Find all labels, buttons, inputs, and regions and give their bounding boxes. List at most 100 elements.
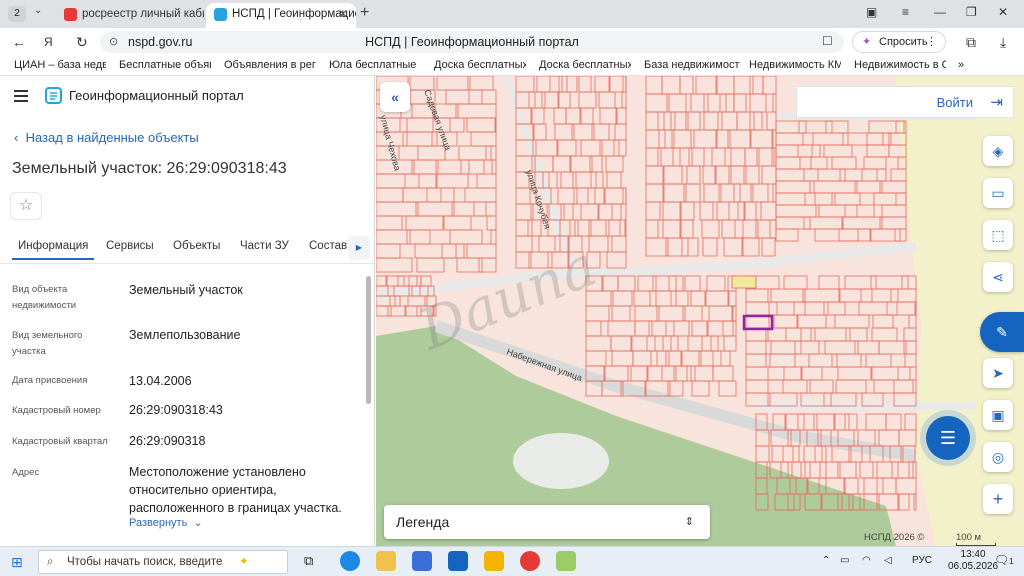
bookmark-item[interactable]: Недвижимость КМВ [749, 59, 841, 71]
nspd-favicon-icon [214, 8, 227, 21]
restore-icon[interactable]: ❐ [966, 5, 977, 19]
profile-icon[interactable]: ▣ [866, 5, 877, 19]
tab-objects[interactable]: Объекты [173, 240, 220, 252]
bookmark-icon[interactable]: ☐ [822, 34, 833, 48]
tray-up-chevron-icon[interactable]: ⌃ [822, 555, 830, 566]
portal-logo-icon [45, 87, 62, 104]
close-window-icon[interactable]: ✕ [998, 5, 1008, 19]
address-bar[interactable]: ⊙ nspd.gov.ru НСПД | Геоинформационный п… [100, 31, 844, 53]
share-icon[interactable]: ⋖ [983, 262, 1013, 292]
paint-icon[interactable] [556, 551, 576, 571]
field-label: Дата присвоения [12, 375, 88, 386]
search-placeholder: Чтобы начать поиск, введите [67, 556, 223, 568]
clock-date: 06.05.2026 [948, 561, 999, 572]
login-button[interactable]: Войти ⇥ [796, 86, 1014, 118]
chevron-down-icon: ⌄ [193, 517, 203, 529]
browser-tab-nspd[interactable]: НСПД | Геоинформацио ✕ [206, 3, 356, 28]
close-tab-icon[interactable]: ✕ [338, 3, 348, 25]
field-value: Земельный участок [129, 283, 243, 297]
chevron-left-icon: ‹ [14, 130, 19, 145]
bookmark-item[interactable]: База недвижимости [644, 59, 740, 71]
yandex-logo-icon[interactable]: Я [44, 35, 53, 49]
download-icon[interactable]: ⤓ [1000, 34, 1006, 51]
hamburger-menu-icon[interactable] [14, 90, 28, 105]
task-view-icon[interactable]: ⧉ [304, 553, 313, 569]
language-indicator[interactable]: РУС [912, 555, 932, 566]
expand-label: Развернуть [129, 517, 188, 529]
tab-composition[interactable]: Состав [309, 240, 347, 252]
favorite-star-icon[interactable]: ☆ [10, 192, 42, 220]
bookmarks-overflow-icon[interactable]: » [958, 59, 964, 71]
taskbar-search-box[interactable]: ⌕ Чтобы начать поиск, введите ✦ [38, 550, 288, 574]
more-icon[interactable]: ⋮ [926, 32, 937, 52]
tab-count-badge[interactable]: 2 [8, 6, 26, 22]
address-bar-row: ← Я ↻ ⊙ nspd.gov.ru НСПД | Геоинформацио… [0, 28, 1024, 56]
yandex-browser-icon[interactable] [484, 551, 504, 571]
updown-chevron-icon: ⇕ [684, 516, 694, 528]
scale-label: 100 м [956, 532, 982, 543]
yandex-icon[interactable] [520, 551, 540, 571]
minimize-icon[interactable]: — [934, 5, 946, 19]
browser-tab-rosreestr[interactable]: росреестр личный кабин [56, 3, 204, 28]
collections-icon[interactable]: ⧉ [966, 34, 976, 51]
legend-label: Легенда [396, 514, 450, 530]
back-to-results-link[interactable]: ‹ Назад в найденные объекты [14, 130, 199, 145]
select-area-icon[interactable]: ⬚ [983, 220, 1013, 250]
bookmark-item[interactable]: Объявления в регис [224, 59, 316, 71]
bookmark-item[interactable]: ЦИАН – база недви [14, 59, 106, 71]
field-label: Вид объекта недвижимости [12, 284, 77, 311]
field-label: Адрес [12, 467, 40, 478]
tab-information[interactable]: Информация [12, 240, 95, 260]
field-value: 13.04.2006 [129, 374, 192, 388]
back-arrow-icon[interactable]: ← [12, 34, 26, 50]
pond [513, 433, 609, 489]
ruler-icon[interactable]: ▭ [983, 178, 1013, 208]
bookmark-item[interactable]: Недвижимость в Ст [854, 59, 946, 71]
clock[interactable]: 13:40 06.05.2026 [948, 549, 998, 573]
highlighted-parcel [731, 275, 757, 289]
page-title-in-omnibox: НСПД | Геоинформационный портал [365, 35, 579, 49]
collapse-panel-icon[interactable]: « [380, 82, 410, 112]
reload-icon[interactable]: ↻ [76, 34, 88, 51]
field-label: Вид земельного участка [12, 330, 83, 357]
windows-taskbar: ⊞ ⌕ Чтобы начать поиск, введите ✦ ⧉ ⌃ ▭ … [0, 546, 1024, 576]
volume-icon[interactable]: ◁ [884, 555, 892, 566]
bookmark-item[interactable]: Бесплатные объявл [119, 59, 211, 71]
tabs-next-arrow-icon[interactable]: ▶ [348, 236, 370, 260]
bookmark-item[interactable]: Доска бесплатных о [539, 59, 631, 71]
file-explorer-icon[interactable] [376, 551, 396, 571]
picture-in-picture-icon[interactable]: ▣ [983, 400, 1013, 430]
wifi-icon[interactable]: ◠ [862, 555, 871, 566]
ask-alice-button[interactable]: ✦ Спросить ⋮ [852, 31, 946, 53]
location-icon[interactable]: ◎ [983, 442, 1013, 472]
bookmarks-bar: ЦИАН – база недви Бесплатные объявл Объя… [0, 56, 1024, 76]
yandex-favicon-icon [64, 8, 77, 21]
object-title: Земельный участок: 26:29:090318:43 [12, 160, 287, 177]
layers-icon[interactable]: ◈ [983, 136, 1013, 166]
tab-list-chevron-icon[interactable]: ⌄ [34, 5, 42, 16]
network-icon[interactable]: ▭ [840, 555, 849, 566]
notifications-icon[interactable]: 🗨1 [994, 553, 1014, 567]
legend-dropdown[interactable]: Легенда ⇕ [384, 505, 710, 539]
zoom-in-icon[interactable]: + [983, 484, 1013, 514]
copilot-sparkle-icon: ✦ [239, 556, 249, 568]
store-icon[interactable] [412, 551, 432, 571]
outlook-icon[interactable] [448, 551, 468, 571]
menu-icon[interactable]: ≡ [902, 5, 909, 19]
new-tab-icon[interactable]: + [360, 4, 369, 22]
chat-assistant-icon[interactable]: ☰ [926, 416, 970, 460]
field-label: Кадастровый квартал [12, 436, 108, 447]
tab-parts[interactable]: Части ЗУ [240, 240, 289, 252]
bookmark-item[interactable]: Доска бесплатных о [434, 59, 526, 71]
windows-start-icon[interactable]: ⊞ [11, 554, 23, 571]
draw-tool-icon[interactable]: ✎ [980, 312, 1024, 352]
navigate-icon[interactable]: ➤ [983, 358, 1013, 388]
site-info-icon[interactable]: ⊙ [109, 35, 118, 48]
portal-title: Геоинформационный портал [69, 88, 244, 103]
cadastral-map[interactable]: Набережная улица улица Кочубея Садовая у… [376, 76, 1024, 546]
edge-icon[interactable] [340, 551, 360, 571]
tab-services[interactable]: Сервисы [106, 240, 154, 252]
expand-address-link[interactable]: Развернуть ⌄ [129, 516, 203, 529]
bookmark-item[interactable]: Юла бесплатные об [329, 59, 419, 71]
panel-scrollbar[interactable] [366, 276, 371, 404]
